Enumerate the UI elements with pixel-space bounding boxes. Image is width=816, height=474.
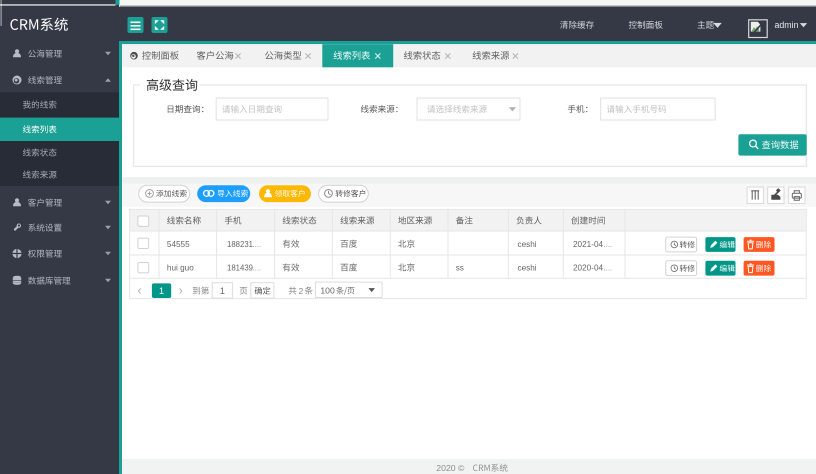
svg-text:ceshi: ceshi [518,264,537,273]
svg-text:‹: ‹ [138,284,142,298]
svg-text:2: 2 [299,286,304,296]
svg-text:ss: ss [456,264,464,273]
svg-text:admin: admin [775,20,799,30]
svg-text:›: › [179,284,183,298]
svg-text:100: 100 [320,286,335,296]
svg-text:....: .... [604,264,613,273]
svg-text:....: .... [253,264,262,273]
svg-text:2020-04: 2020-04 [573,264,603,273]
svg-text:2020 ©: 2020 © [436,463,465,473]
svg-text:hui guo: hui guo [167,264,194,273]
svg-text:2021-04: 2021-04 [573,240,603,249]
svg-text:54555: 54555 [167,240,190,249]
svg-text:ceshi: ceshi [518,240,537,249]
svg-text:181439: 181439 [227,264,253,273]
svg-text:1: 1 [220,286,225,296]
svg-text:....: .... [604,240,613,249]
svg-text:188231: 188231 [227,240,253,249]
svg-text:1: 1 [159,286,164,296]
svg-text:....: .... [253,240,262,249]
